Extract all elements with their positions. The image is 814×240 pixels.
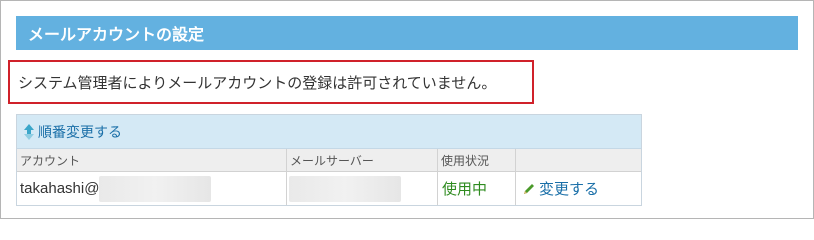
account-cell: takahashi@ [17,172,287,205]
pencil-icon [524,183,534,194]
column-header-status: 使用状況 [438,149,516,171]
mail-account-table: 順番変更する アカウント メールサーバー 使用状況 takahashi@ 使用中 [16,114,642,206]
reorder-button[interactable]: 順番変更する [17,115,641,149]
section-title: メールアカウントの設定 [16,16,798,50]
redacted-mail-server [289,175,401,202]
table-row: takahashi@ 使用中 変更する [17,172,641,205]
status-cell: 使用中 [438,172,516,205]
account-value: takahashi@ [20,180,100,197]
edit-label[interactable]: 変更する [539,178,599,199]
up-down-arrow-icon [24,123,34,140]
column-header-account: アカウント [17,149,287,171]
column-header-mail-server: メールサーバー [287,149,438,171]
permission-notice: システム管理者によりメールアカウントの登録は許可されていません。 [8,60,534,104]
table-header-row: アカウント メールサーバー 使用状況 [17,149,641,172]
reorder-label[interactable]: 順番変更する [38,122,122,142]
status-badge: 使用中 [442,181,488,198]
column-header-action [516,149,641,171]
notice-text: システム管理者によりメールアカウントの登録は許可されていません。 [18,74,497,92]
settings-panel: メールアカウントの設定 システム管理者によりメールアカウントの登録は許可されてい… [0,0,814,219]
edit-account-button[interactable]: 変更する [516,178,599,199]
server-cell [287,172,438,205]
action-cell: 変更する [516,172,641,205]
redacted-account-domain [99,175,212,202]
